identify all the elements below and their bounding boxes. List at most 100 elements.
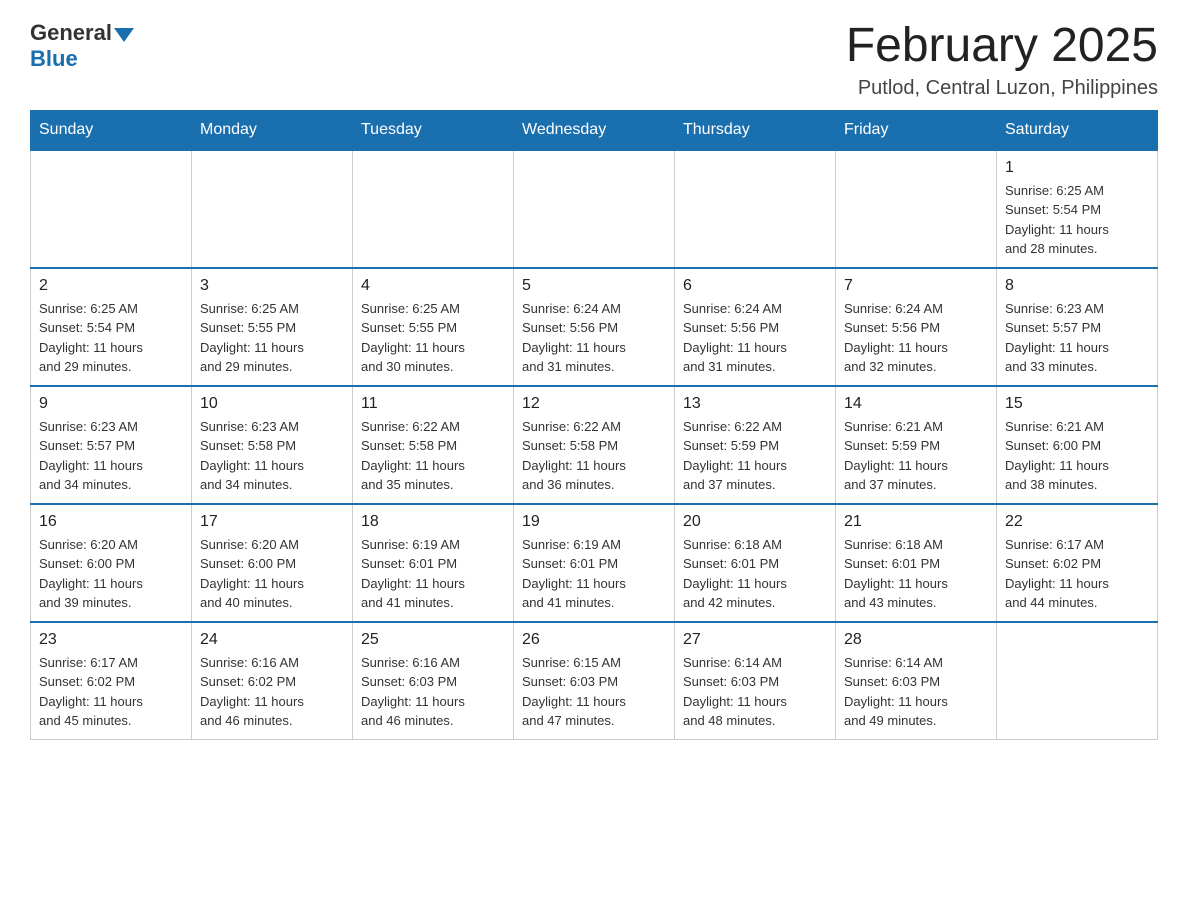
day-info: Sunrise: 6:17 AM Sunset: 6:02 PM Dayligh… <box>39 653 183 731</box>
day-number: 12 <box>522 395 666 413</box>
calendar-cell: 22 Sunrise: 6:17 AM Sunset: 6:02 PM Dayli… <box>997 504 1158 622</box>
calendar-cell <box>192 150 353 268</box>
day-number: 25 <box>361 631 505 649</box>
week-row-3: 9 Sunrise: 6:23 AM Sunset: 5:57 PM Daylig… <box>31 386 1158 504</box>
day-info: Sunrise: 6:16 AM Sunset: 6:03 PM Dayligh… <box>361 653 505 731</box>
day-info: Sunrise: 6:14 AM Sunset: 6:03 PM Dayligh… <box>683 653 827 731</box>
weekday-header-monday: Monday <box>192 110 353 150</box>
day-number: 6 <box>683 277 827 295</box>
day-info: Sunrise: 6:25 AM Sunset: 5:55 PM Dayligh… <box>361 299 505 377</box>
day-info: Sunrise: 6:24 AM Sunset: 5:56 PM Dayligh… <box>844 299 988 377</box>
calendar-cell: 4 Sunrise: 6:25 AM Sunset: 5:55 PM Daylig… <box>353 268 514 386</box>
logo-general-text: General <box>30 20 112 46</box>
calendar-cell: 1 Sunrise: 6:25 AM Sunset: 5:54 PM Daylig… <box>997 150 1158 268</box>
calendar-cell: 10Sunrise: 6:23 AM Sunset: 5:58 PM Dayli… <box>192 386 353 504</box>
day-info: Sunrise: 6:18 AM Sunset: 6:01 PM Dayligh… <box>844 535 988 613</box>
calendar-header-row: SundayMondayTuesdayWednesdayThursdayFrid… <box>31 110 1158 150</box>
calendar-cell <box>514 150 675 268</box>
day-number: 23 <box>39 631 183 649</box>
day-info: Sunrise: 6:19 AM Sunset: 6:01 PM Dayligh… <box>361 535 505 613</box>
day-number: 15 <box>1005 395 1149 413</box>
week-row-5: 23 Sunrise: 6:17 AM Sunset: 6:02 PM Dayli… <box>31 622 1158 740</box>
calendar-cell <box>997 622 1158 740</box>
day-info: Sunrise: 6:23 AM Sunset: 5:57 PM Dayligh… <box>1005 299 1149 377</box>
calendar-cell: 12 Sunrise: 6:22 AM Sunset: 5:58 PM Dayli… <box>514 386 675 504</box>
calendar-cell: 25 Sunrise: 6:16 AM Sunset: 6:03 PM Dayli… <box>353 622 514 740</box>
weekday-header-saturday: Saturday <box>997 110 1158 150</box>
day-number: 14 <box>844 395 988 413</box>
day-info: Sunrise: 6:22 AM Sunset: 5:58 PM Dayligh… <box>361 417 505 495</box>
weekday-header-thursday: Thursday <box>675 110 836 150</box>
day-number: 21 <box>844 513 988 531</box>
day-number: 3 <box>200 277 344 295</box>
day-info: Sunrise: 6:15 AM Sunset: 6:03 PM Dayligh… <box>522 653 666 731</box>
day-number: 19 <box>522 513 666 531</box>
day-number: 9 <box>39 395 183 413</box>
calendar-cell: 11 Sunrise: 6:22 AM Sunset: 5:58 PM Dayli… <box>353 386 514 504</box>
calendar-cell <box>675 150 836 268</box>
calendar-cell: 5 Sunrise: 6:24 AM Sunset: 5:56 PM Daylig… <box>514 268 675 386</box>
calendar-cell: 6 Sunrise: 6:24 AM Sunset: 5:56 PM Daylig… <box>675 268 836 386</box>
day-info: Sunrise: 6:23 AM Sunset: 5:57 PM Dayligh… <box>39 417 183 495</box>
page-header: General Blue February 2025 Putlod, Centr… <box>30 20 1158 100</box>
calendar-cell: 27Sunrise: 6:14 AM Sunset: 6:03 PM Dayli… <box>675 622 836 740</box>
day-info: Sunrise: 6:25 AM Sunset: 5:54 PM Dayligh… <box>1005 181 1149 259</box>
day-info: Sunrise: 6:17 AM Sunset: 6:02 PM Dayligh… <box>1005 535 1149 613</box>
logo-blue-text: Blue <box>30 46 78 72</box>
day-number: 18 <box>361 513 505 531</box>
day-info: Sunrise: 6:24 AM Sunset: 5:56 PM Dayligh… <box>522 299 666 377</box>
day-info: Sunrise: 6:20 AM Sunset: 6:00 PM Dayligh… <box>200 535 344 613</box>
day-info: Sunrise: 6:21 AM Sunset: 5:59 PM Dayligh… <box>844 417 988 495</box>
day-info: Sunrise: 6:21 AM Sunset: 6:00 PM Dayligh… <box>1005 417 1149 495</box>
day-info: Sunrise: 6:16 AM Sunset: 6:02 PM Dayligh… <box>200 653 344 731</box>
calendar-cell: 17Sunrise: 6:20 AM Sunset: 6:00 PM Dayli… <box>192 504 353 622</box>
calendar-cell: 20 Sunrise: 6:18 AM Sunset: 6:01 PM Dayli… <box>675 504 836 622</box>
weekday-header-tuesday: Tuesday <box>353 110 514 150</box>
calendar-cell: 23 Sunrise: 6:17 AM Sunset: 6:02 PM Dayli… <box>31 622 192 740</box>
day-number: 5 <box>522 277 666 295</box>
title-section: February 2025 Putlod, Central Luzon, Phi… <box>846 20 1158 100</box>
day-number: 10 <box>200 395 344 413</box>
calendar-cell: 3 Sunrise: 6:25 AM Sunset: 5:55 PM Daylig… <box>192 268 353 386</box>
calendar-cell: 8 Sunrise: 6:23 AM Sunset: 5:57 PM Daylig… <box>997 268 1158 386</box>
calendar-cell: 16Sunrise: 6:20 AM Sunset: 6:00 PM Dayli… <box>31 504 192 622</box>
calendar-cell: 26 Sunrise: 6:15 AM Sunset: 6:03 PM Dayli… <box>514 622 675 740</box>
calendar-cell: 14 Sunrise: 6:21 AM Sunset: 5:59 PM Dayli… <box>836 386 997 504</box>
day-info: Sunrise: 6:18 AM Sunset: 6:01 PM Dayligh… <box>683 535 827 613</box>
day-number: 1 <box>1005 159 1149 177</box>
calendar-cell: 15 Sunrise: 6:21 AM Sunset: 6:00 PM Dayli… <box>997 386 1158 504</box>
day-number: 22 <box>1005 513 1149 531</box>
month-title: February 2025 <box>846 20 1158 73</box>
day-number: 16 <box>39 513 183 531</box>
week-row-2: 2 Sunrise: 6:25 AM Sunset: 5:54 PM Daylig… <box>31 268 1158 386</box>
calendar-cell: 2 Sunrise: 6:25 AM Sunset: 5:54 PM Daylig… <box>31 268 192 386</box>
day-info: Sunrise: 6:25 AM Sunset: 5:55 PM Dayligh… <box>200 299 344 377</box>
weekday-header-wednesday: Wednesday <box>514 110 675 150</box>
calendar-cell: 7 Sunrise: 6:24 AM Sunset: 5:56 PM Daylig… <box>836 268 997 386</box>
calendar-cell: 13Sunrise: 6:22 AM Sunset: 5:59 PM Dayli… <box>675 386 836 504</box>
day-number: 7 <box>844 277 988 295</box>
day-info: Sunrise: 6:24 AM Sunset: 5:56 PM Dayligh… <box>683 299 827 377</box>
calendar-cell: 18 Sunrise: 6:19 AM Sunset: 6:01 PM Dayli… <box>353 504 514 622</box>
location-title: Putlod, Central Luzon, Philippines <box>846 77 1158 100</box>
day-info: Sunrise: 6:22 AM Sunset: 5:58 PM Dayligh… <box>522 417 666 495</box>
calendar-cell: 24 Sunrise: 6:16 AM Sunset: 6:02 PM Dayli… <box>192 622 353 740</box>
calendar-table: SundayMondayTuesdayWednesdayThursdayFrid… <box>30 110 1158 740</box>
day-number: 8 <box>1005 277 1149 295</box>
calendar-cell: 21 Sunrise: 6:18 AM Sunset: 6:01 PM Dayli… <box>836 504 997 622</box>
day-number: 4 <box>361 277 505 295</box>
logo: General Blue <box>30 20 134 72</box>
day-number: 28 <box>844 631 988 649</box>
day-info: Sunrise: 6:19 AM Sunset: 6:01 PM Dayligh… <box>522 535 666 613</box>
day-info: Sunrise: 6:14 AM Sunset: 6:03 PM Dayligh… <box>844 653 988 731</box>
day-info: Sunrise: 6:25 AM Sunset: 5:54 PM Dayligh… <box>39 299 183 377</box>
calendar-cell: 28 Sunrise: 6:14 AM Sunset: 6:03 PM Dayli… <box>836 622 997 740</box>
day-number: 20 <box>683 513 827 531</box>
week-row-4: 16 Sunrise: 6:20 AM Sunset: 6:00 PM Dayli… <box>31 504 1158 622</box>
day-number: 24 <box>200 631 344 649</box>
day-number: 11 <box>361 395 505 413</box>
day-number: 26 <box>522 631 666 649</box>
calendar-cell <box>31 150 192 268</box>
calendar-cell <box>836 150 997 268</box>
day-number: 2 <box>39 277 183 295</box>
